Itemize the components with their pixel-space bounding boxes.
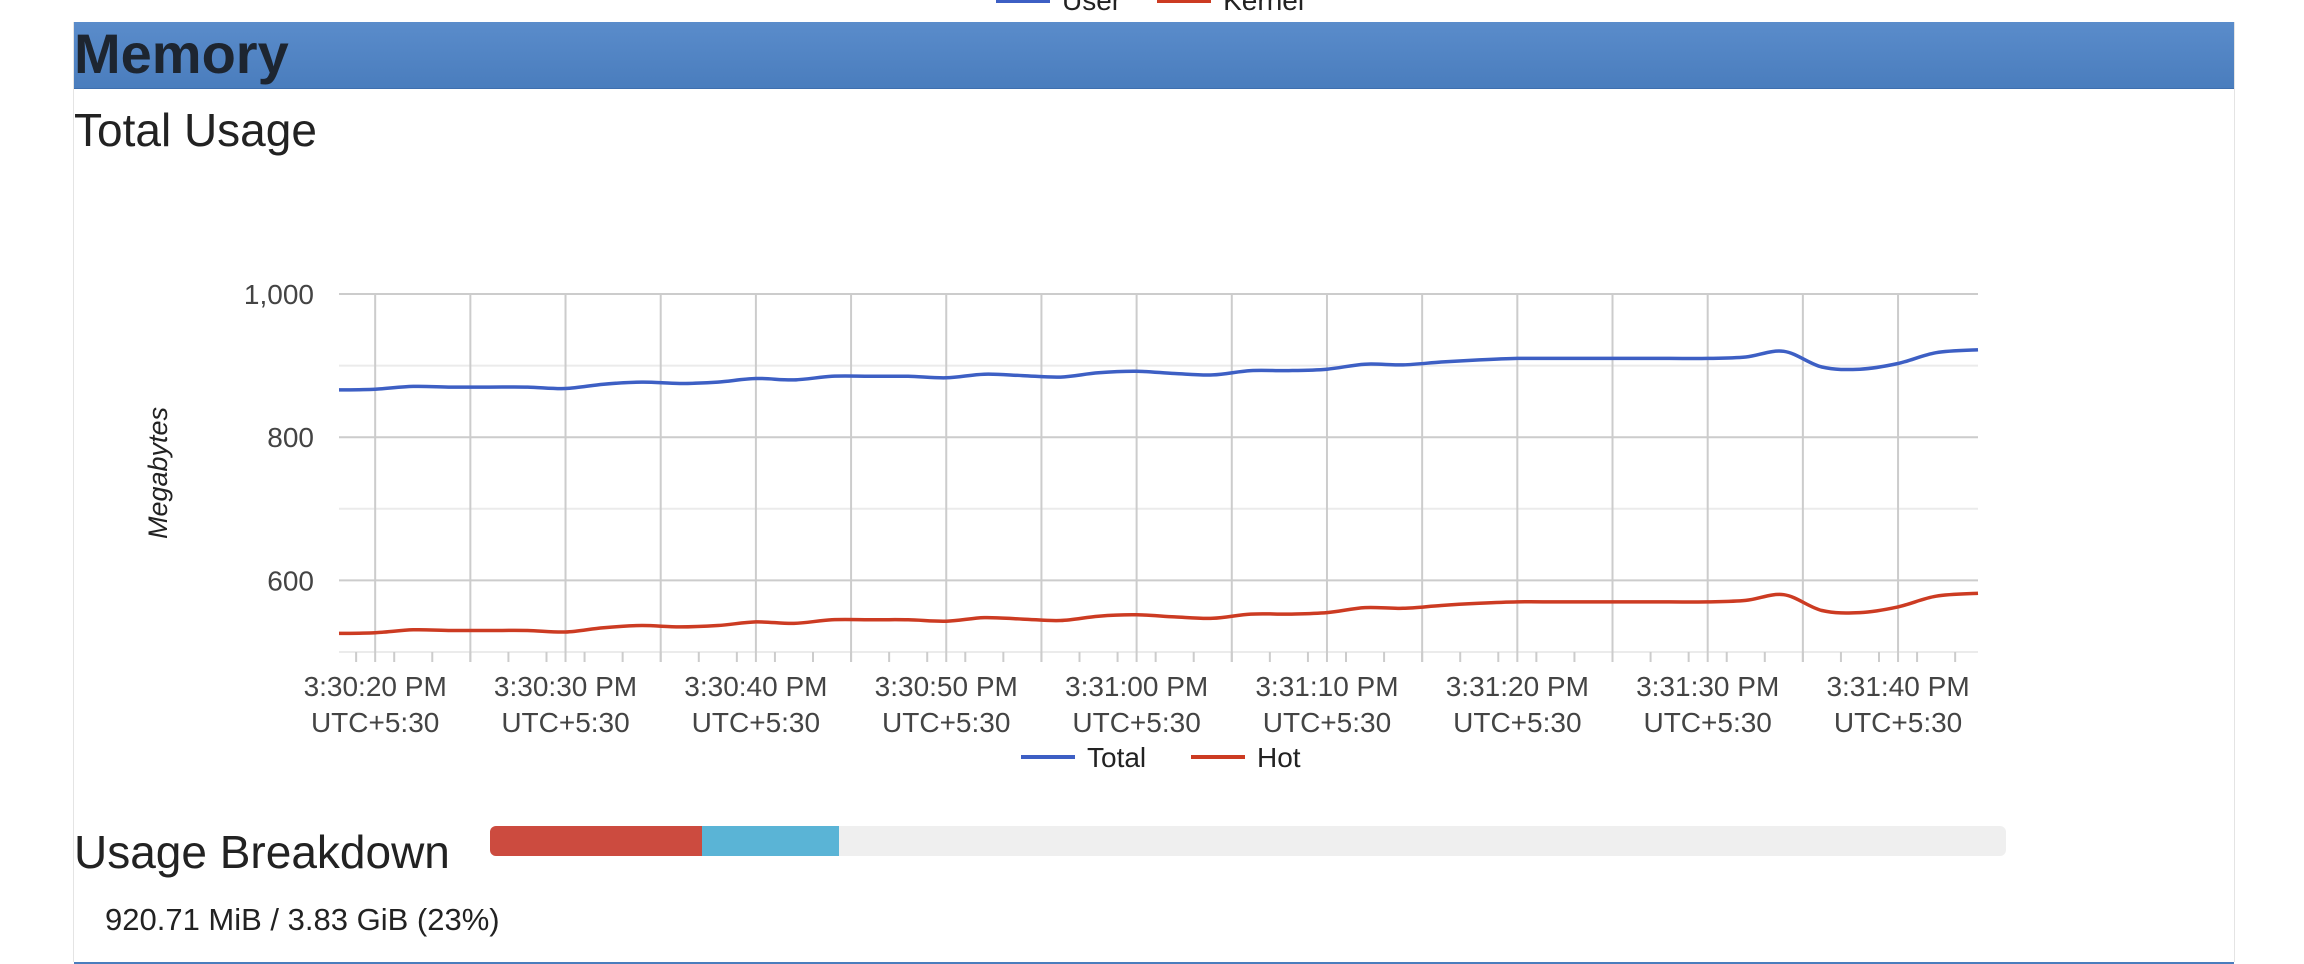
legend-entry-kernel: Kernel — [1157, 0, 1304, 17]
memory-usage-text: 920.71 MiB / 3.83 GiB (23%) — [105, 902, 500, 937]
x-tick-label: UTC+5:30 — [1453, 707, 1581, 738]
x-tick-label: UTC+5:30 — [1263, 707, 1391, 738]
legend-swatch-kernel — [1157, 0, 1212, 3]
legend-entry-user: User — [996, 0, 1121, 17]
y-tick-label: 1,000 — [244, 279, 314, 310]
legend-label-kernel: Kernel — [1223, 0, 1305, 16]
x-tick-label: 3:30:30 PM — [494, 671, 637, 702]
y-axis-label: Megabytes — [143, 407, 173, 539]
usage-segment-hot — [490, 826, 703, 856]
legend-swatch-user — [996, 0, 1050, 3]
x-tick-label: 3:30:40 PM — [684, 671, 827, 702]
legend-label-hot: Hot — [1257, 742, 1301, 773]
x-tick-label: 3:31:20 PM — [1446, 671, 1589, 702]
total-usage-chart: 600 800 1,000 Megabytes 3:30:20 PM UTC+5:30 3:… — [143, 279, 1979, 773]
x-tick-label: UTC+5:30 — [1643, 707, 1771, 738]
x-tick-label: UTC+5:30 — [1072, 707, 1200, 738]
series-line-total — [338, 348, 1979, 392]
y-tick-label: 800 — [267, 422, 314, 453]
legend-label-total: Total — [1087, 742, 1146, 773]
x-tick-label: 3:30:20 PM — [304, 671, 447, 702]
legend-label-user: User — [1062, 0, 1122, 16]
usage-breakdown-bar — [490, 826, 2006, 856]
x-tick-label: 3:31:40 PM — [1826, 671, 1969, 702]
x-tick-label: 3:31:10 PM — [1255, 671, 1398, 702]
x-tick-label: 3:30:50 PM — [875, 671, 1018, 702]
y-tick-label: 600 — [267, 565, 314, 596]
x-tick-label: 3:31:00 PM — [1065, 671, 1208, 702]
x-tick-label: 3:31:30 PM — [1636, 671, 1779, 702]
previous-chart-legend: User Kernel — [996, 0, 1304, 16]
x-tick-label: UTC+5:30 — [1834, 707, 1962, 738]
x-tick-label: UTC+5:30 — [692, 707, 820, 738]
memory-panel: Memory Total Usage 600 800 1,000 Megabytes 3… — [73, 22, 2235, 964]
x-tick-label: UTC+5:30 — [501, 707, 629, 738]
x-tick-label: UTC+5:30 — [882, 707, 1010, 738]
x-tick-label: UTC+5:30 — [311, 707, 439, 738]
series-line-hot — [338, 591, 1979, 636]
usage-segment-cold — [702, 826, 839, 856]
usage-breakdown-title: Usage Breakdown — [74, 826, 450, 878]
